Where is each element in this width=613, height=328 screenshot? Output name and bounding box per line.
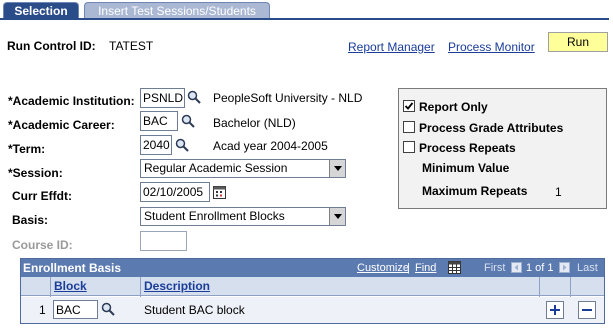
grid-next-arrow-icon[interactable] xyxy=(559,262,570,273)
basis-selected-value: Student Enrollment Blocks xyxy=(144,209,285,223)
block-description: Student BAC block xyxy=(144,303,245,317)
term-description: Acad year 2004-2005 xyxy=(213,139,328,153)
grid-prev-arrow-icon[interactable] xyxy=(511,262,522,273)
process-repeats-label: Process Repeats xyxy=(419,141,516,155)
curr-effdt-label: Curr Effdt: xyxy=(12,189,72,203)
process-grade-attributes-label: Process Grade Attributes xyxy=(419,121,564,135)
career-lookup-icon[interactable] xyxy=(181,114,195,128)
maximum-repeats-value: 1 xyxy=(555,185,562,199)
add-row-button[interactable] xyxy=(546,301,564,319)
basis-select[interactable]: Student Enrollment Blocks xyxy=(140,207,346,226)
course-id-label: Course ID: xyxy=(12,238,73,252)
minus-icon xyxy=(582,309,592,311)
run-control-label: Run Control ID: xyxy=(7,39,96,53)
grid-find-link[interactable]: Find xyxy=(415,262,436,274)
chevron-down-icon[interactable] xyxy=(329,208,345,225)
grid-header-bar: Enrollment Basis Customize | Find First … xyxy=(21,259,604,277)
report-manager-link[interactable]: Report Manager xyxy=(348,40,435,54)
report-only-checkbox[interactable] xyxy=(403,100,415,112)
process-grade-attributes-checkbox[interactable] xyxy=(403,121,415,133)
tab-strip-divider xyxy=(0,18,609,20)
enrollment-basis-grid: Enrollment Basis Customize | Find First … xyxy=(20,258,605,324)
process-monitor-link[interactable]: Process Monitor xyxy=(448,40,535,54)
career-description: Bachelor (NLD) xyxy=(213,116,296,130)
grid-column-headers: Block Description xyxy=(21,277,604,296)
session-label: *Session: xyxy=(8,166,63,180)
block-input[interactable]: BAC xyxy=(53,300,98,319)
career-label: *Academic Career: xyxy=(8,118,115,132)
tab-insert-test-sessions[interactable]: Insert Test Sessions/Students xyxy=(84,2,270,19)
grid-first-label: First xyxy=(484,262,506,274)
term-label: *Term: xyxy=(8,142,46,156)
report-only-label: Report Only xyxy=(419,100,488,114)
curr-effdt-input[interactable]: 02/10/2005 xyxy=(140,182,210,202)
grid-last-label: Last xyxy=(577,262,598,274)
run-button[interactable]: Run xyxy=(548,32,608,52)
grid-view-all-icon[interactable] xyxy=(448,261,461,274)
basis-label: Basis: xyxy=(12,213,49,227)
grid-link-separator: | xyxy=(407,262,410,274)
institution-description: PeopleSoft University - NLD xyxy=(213,91,363,105)
check-icon xyxy=(404,102,414,110)
table-row: 1 BAC Student BAC block xyxy=(21,297,604,323)
process-repeats-checkbox[interactable] xyxy=(403,141,415,153)
institution-label: *Academic Institution: xyxy=(8,94,135,108)
block-lookup-icon[interactable] xyxy=(101,302,115,316)
calendar-icon[interactable] xyxy=(213,185,226,199)
column-header-description[interactable]: Description xyxy=(144,279,210,293)
chevron-down-icon[interactable] xyxy=(329,160,345,177)
row-number: 1 xyxy=(39,303,46,317)
institution-input[interactable]: PSNLD xyxy=(140,88,185,108)
session-select[interactable]: Regular Academic Session xyxy=(140,159,346,178)
maximum-repeats-label: Maximum Repeats xyxy=(422,184,528,198)
delete-row-button[interactable] xyxy=(578,301,596,319)
course-id-input[interactable] xyxy=(140,231,187,251)
grid-customize-link[interactable]: Customize xyxy=(357,262,409,274)
run-control-value: TATEST xyxy=(109,39,154,53)
column-header-block[interactable]: Block xyxy=(54,279,87,293)
minimum-value-label: Minimum Value xyxy=(422,161,510,175)
tab-selection[interactable]: Selection xyxy=(3,2,79,19)
career-input[interactable]: BAC xyxy=(140,111,178,131)
term-lookup-icon[interactable] xyxy=(175,138,189,152)
term-input[interactable]: 2040 xyxy=(140,135,172,155)
grid-range: 1 of 1 xyxy=(526,262,554,274)
session-selected-value: Regular Academic Session xyxy=(144,161,288,175)
grid-title: Enrollment Basis xyxy=(23,261,122,275)
institution-lookup-icon[interactable] xyxy=(187,90,201,104)
plus-icon xyxy=(550,305,560,315)
